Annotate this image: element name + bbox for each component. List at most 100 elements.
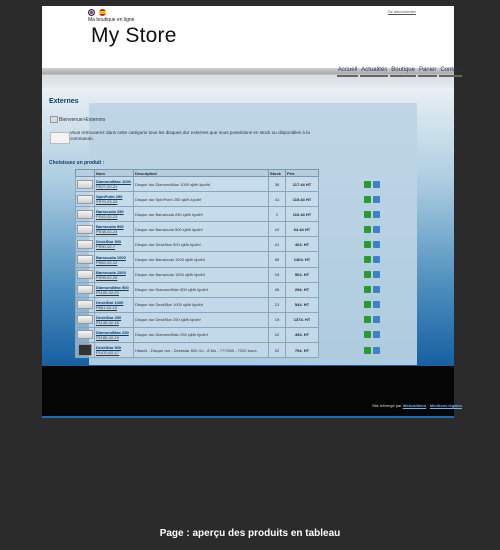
product-thumbnail[interactable] bbox=[77, 179, 93, 189]
product-stock: 21 bbox=[268, 296, 286, 313]
product-description: Disque dur DiamondMax 500 sjkfh kjcdhf bbox=[133, 281, 269, 298]
product-thumbnail[interactable] bbox=[77, 239, 93, 249]
product-description: Disque dur Barracuda 250 sjkfh kjcdhf bbox=[133, 206, 269, 223]
product-ref: P801-02-15 bbox=[96, 304, 117, 310]
product-thumb-cell bbox=[75, 191, 95, 208]
view-details-icon[interactable] bbox=[373, 180, 380, 188]
nav-item-boutique[interactable]: Boutique bbox=[390, 66, 416, 77]
product-thumbnail[interactable] bbox=[77, 224, 93, 234]
breadcrumb: Bienvenue>Externes bbox=[50, 116, 105, 123]
english-flag-icon[interactable] bbox=[88, 9, 95, 16]
add-to-cart-icon[interactable] bbox=[364, 180, 371, 188]
product-price: 115.44 HT bbox=[285, 191, 319, 208]
product-ref: PS99-02-25 bbox=[96, 274, 118, 280]
view-details-icon[interactable] bbox=[373, 225, 380, 233]
logout-link[interactable]: Se déconnecter bbox=[388, 9, 416, 14]
view-details-icon[interactable] bbox=[373, 195, 380, 203]
product-name-link[interactable]: DiamondMax 500 bbox=[96, 285, 132, 290]
product-name-cell: SpinPoint 250 PS70-03-03 bbox=[94, 191, 134, 208]
product-stock: 50 bbox=[268, 251, 286, 268]
add-to-cart-icon[interactable] bbox=[364, 256, 371, 264]
product-stock: 39 bbox=[268, 175, 286, 193]
product-thumb-cell bbox=[75, 311, 95, 328]
product-thumbnail[interactable] bbox=[77, 194, 93, 204]
language-selector bbox=[88, 9, 108, 16]
column-header-image bbox=[75, 169, 95, 177]
product-name-cell: Barracuda 500 PS38-02-24 bbox=[94, 221, 134, 238]
image-caption: Page : aperçu des produits en tableau bbox=[159, 528, 341, 539]
add-to-cart-icon[interactable] bbox=[364, 331, 371, 339]
view-details-icon[interactable] bbox=[373, 301, 380, 309]
view-details-icon[interactable] bbox=[373, 331, 380, 339]
main-nav: Accueil Actualités Boutique Panier Conta… bbox=[336, 66, 462, 77]
table-row: Barracuda 1000 PS62-02-12 Disque dur Barra… bbox=[75, 251, 319, 268]
add-to-cart-icon[interactable] bbox=[364, 271, 371, 279]
view-details-icon[interactable] bbox=[373, 346, 380, 354]
product-thumbnail[interactable] bbox=[78, 344, 92, 357]
view-details-icon[interactable] bbox=[373, 316, 380, 324]
product-thumbnail[interactable] bbox=[77, 255, 93, 265]
product-price: 64.44 HT bbox=[285, 221, 319, 238]
add-to-cart-icon[interactable] bbox=[364, 346, 371, 354]
add-to-cart-icon[interactable] bbox=[364, 316, 371, 324]
product-thumbnail[interactable] bbox=[77, 209, 93, 219]
product-thumb-cell bbox=[75, 326, 95, 344]
product-description: Disque dur DeskStar 1000 sjkfh kjcdhf bbox=[133, 296, 269, 313]
product-stock: 15 bbox=[268, 266, 286, 283]
table-row: DeskStar 250 P1140-02-16 Disque dur DeskSt… bbox=[75, 311, 319, 328]
table-row: DiamondMax 1000 PS27-02-21 Disque dur Diam… bbox=[75, 175, 319, 193]
legal-link[interactable]: Mentions légales bbox=[430, 403, 462, 408]
product-stock: 1 bbox=[268, 206, 286, 223]
add-to-cart-icon[interactable] bbox=[364, 195, 371, 203]
product-thumb-cell bbox=[75, 206, 95, 223]
product-stock: 41 bbox=[268, 236, 286, 253]
product-thumb-cell bbox=[75, 236, 95, 253]
product-thumb-cell bbox=[75, 175, 95, 193]
row-action-group bbox=[364, 225, 380, 233]
row-action-group bbox=[364, 180, 380, 188]
product-thumbnail[interactable] bbox=[77, 300, 93, 310]
nav-item-actualites[interactable]: Actualités bbox=[360, 66, 389, 77]
row-action-group bbox=[364, 271, 380, 279]
nav-item-accueil[interactable]: Accueil bbox=[336, 66, 359, 77]
product-thumbnail[interactable] bbox=[77, 330, 93, 340]
view-details-icon[interactable] bbox=[373, 240, 380, 248]
nav-item-contact[interactable]: Contact bbox=[439, 66, 462, 77]
products-table: Nom Description Stock Prix DiamondMax 10… bbox=[75, 169, 319, 359]
host-link[interactable]: Webcalibers bbox=[403, 403, 427, 408]
product-name-cell: Barracuda 1500 PS99-02-25 bbox=[94, 266, 134, 283]
table-row: DeskStar 1000 P801-02-15 Disque dur DeskSt… bbox=[75, 296, 319, 313]
row-action-group bbox=[364, 210, 380, 218]
product-thumbnail[interactable] bbox=[77, 270, 93, 280]
product-price: 1404. HT bbox=[285, 251, 319, 268]
add-to-cart-icon[interactable] bbox=[364, 240, 371, 248]
add-to-cart-icon[interactable] bbox=[364, 286, 371, 294]
row-action-group bbox=[364, 316, 380, 324]
table-row: DeskStar 500 P1470-02-17 Hitachi - Disque … bbox=[75, 342, 319, 359]
folder-icon bbox=[50, 116, 58, 123]
breadcrumb-text[interactable]: Bienvenue>Externes bbox=[59, 117, 105, 123]
product-thumbnail[interactable] bbox=[77, 315, 93, 325]
spanish-flag-icon[interactable] bbox=[98, 9, 106, 16]
add-to-cart-icon[interactable] bbox=[364, 225, 371, 233]
view-details-icon[interactable] bbox=[373, 210, 380, 218]
add-to-cart-icon[interactable] bbox=[364, 301, 371, 309]
nav-item-panier[interactable]: Panier bbox=[417, 66, 438, 77]
product-thumbnail[interactable] bbox=[77, 285, 93, 295]
product-stock: 19 bbox=[268, 311, 286, 328]
row-action-group bbox=[364, 301, 380, 309]
product-name-cell: DeskStar 1000 P801-02-15 bbox=[94, 296, 134, 313]
view-details-icon[interactable] bbox=[373, 256, 380, 264]
site-title[interactable]: My Store bbox=[91, 24, 177, 48]
product-price: 117.44 HT bbox=[285, 175, 319, 193]
column-header-stock: Stock bbox=[268, 169, 286, 177]
product-thumb-cell bbox=[75, 281, 95, 298]
view-details-icon[interactable] bbox=[373, 271, 380, 279]
product-ref: PS70-03-03 bbox=[96, 199, 118, 205]
add-to-cart-icon[interactable] bbox=[364, 210, 371, 218]
column-header-price: Prix bbox=[285, 169, 319, 177]
product-name-cell: DiamondMax 250 P1180-02-19 bbox=[94, 326, 134, 344]
view-details-icon[interactable] bbox=[373, 286, 380, 294]
product-name-cell: Barracuda 1000 PS62-02-12 bbox=[94, 251, 134, 268]
footer-accent-line bbox=[42, 416, 454, 418]
